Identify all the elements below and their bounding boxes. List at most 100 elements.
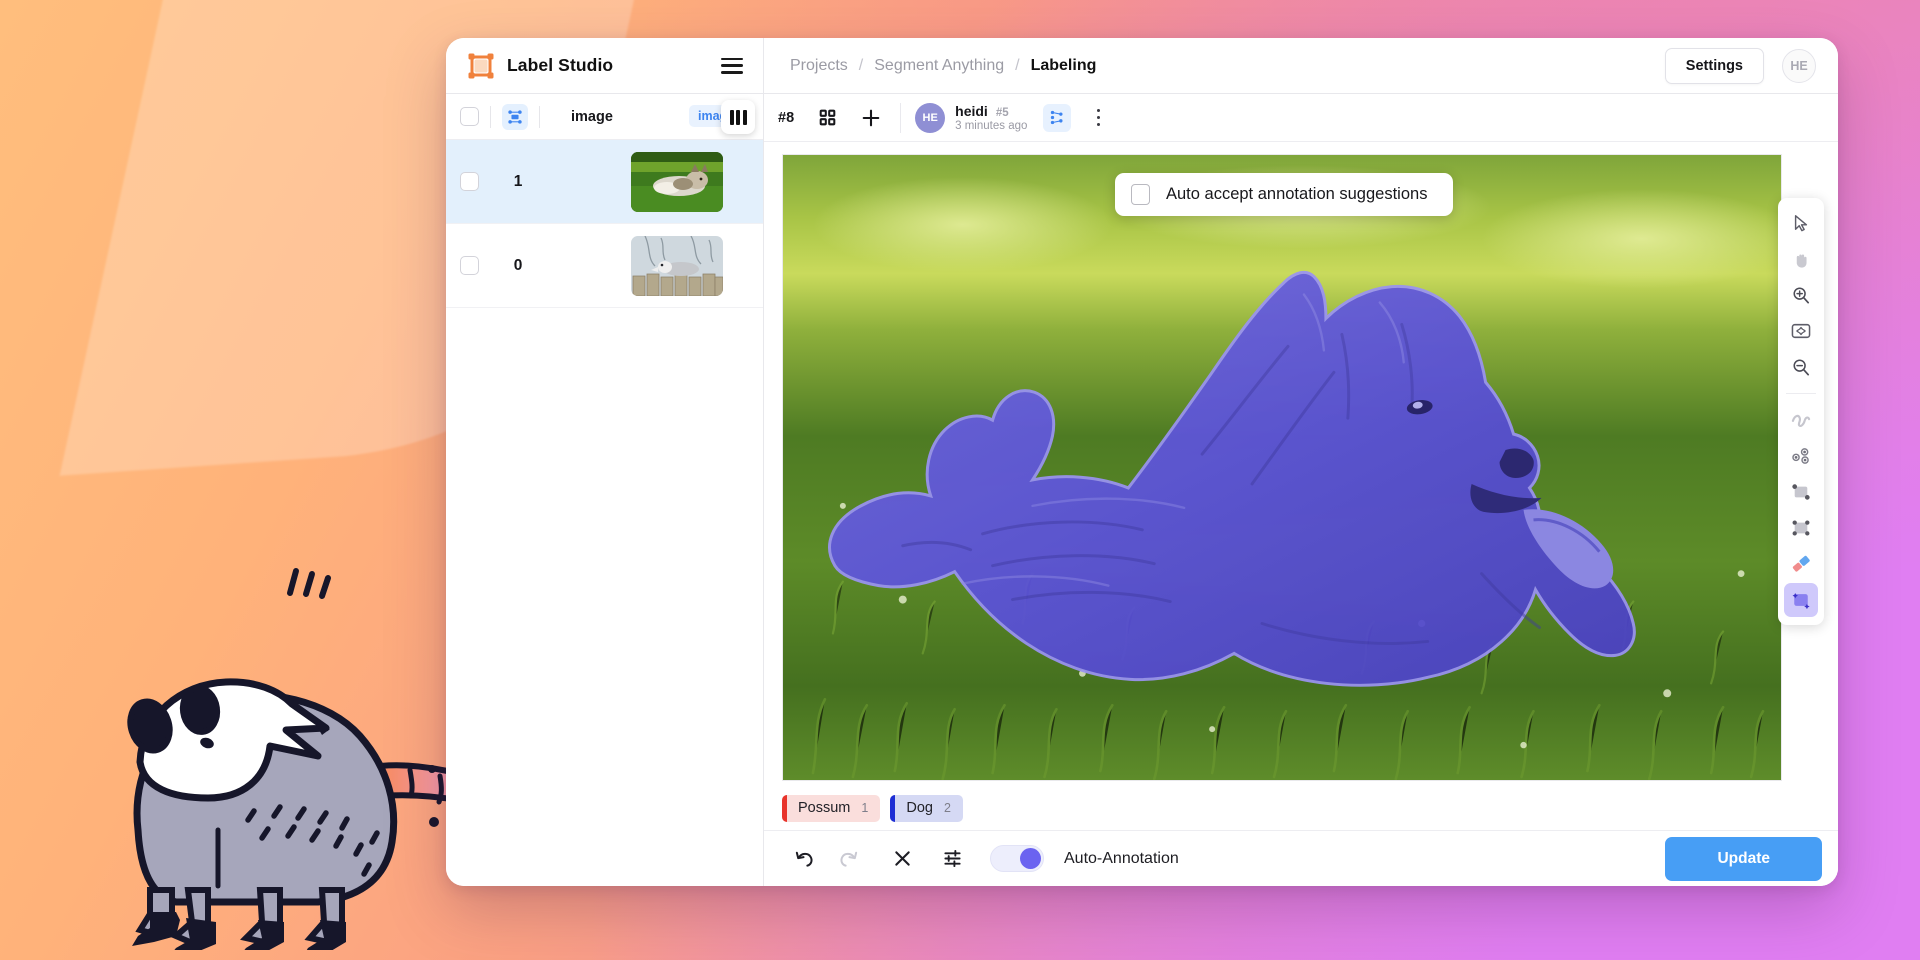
- dog-on-grass-image: [783, 155, 1781, 780]
- brush-stroke-icon: [1791, 411, 1811, 429]
- sliders-settings-icon: [943, 849, 962, 868]
- redo-icon: [838, 848, 859, 869]
- brush-tool[interactable]: [1784, 403, 1818, 437]
- canvas-area: Auto accept annotation suggestions: [764, 142, 1838, 786]
- prediction-glyph: [1050, 110, 1065, 125]
- close-x-icon: [893, 849, 912, 868]
- image-canvas[interactable]: Auto accept annotation suggestions: [782, 154, 1782, 781]
- dual-diamond-icon: [1791, 555, 1811, 573]
- label-name: Possum: [798, 800, 850, 816]
- auto-annotation-toggle[interactable]: [990, 845, 1044, 872]
- breadcrumb-item-segment-anything[interactable]: Segment Anything: [874, 57, 1004, 75]
- data-manager-header: image image: [446, 94, 763, 140]
- row-checkbox[interactable]: [460, 256, 479, 275]
- grid-annotations-icon[interactable]: [812, 103, 842, 133]
- brand-area: Label Studio: [446, 38, 764, 93]
- column-header-image: image: [571, 109, 613, 125]
- rectangle-2point-icon: [1791, 483, 1811, 501]
- labeling-panel: #8: [764, 94, 1838, 886]
- annotation-meta: heidi #5 3 minutes ago: [955, 103, 1027, 132]
- reset-button[interactable]: [882, 839, 922, 879]
- fit-screen-icon: [1791, 322, 1811, 340]
- label-count: 2: [944, 801, 951, 815]
- row-id: 0: [479, 257, 557, 275]
- divider: [1786, 393, 1816, 394]
- undo-icon: [794, 848, 815, 869]
- table-row[interactable]: 0: [446, 224, 763, 308]
- cursor-select-tool[interactable]: [1784, 206, 1818, 240]
- hand-icon: [1792, 250, 1811, 269]
- smart-rectangle-icon: [1791, 591, 1811, 609]
- data-manager-panel: image image 1: [446, 94, 764, 886]
- columns-toggle-icon[interactable]: [721, 100, 755, 134]
- rectangle-4point-tool[interactable]: [1784, 511, 1818, 545]
- tool-rail: [1778, 198, 1824, 625]
- row-id: 1: [479, 173, 557, 191]
- auto-accept-suggestions-panel: Auto accept annotation suggestions: [1115, 173, 1453, 216]
- settings-button[interactable]: Settings: [1665, 48, 1764, 84]
- grid-view-glyph: [507, 109, 523, 125]
- fit-to-screen-tool[interactable]: [1784, 314, 1818, 348]
- keypoints-icon: [1791, 447, 1811, 465]
- main-body: image image 1: [446, 94, 1838, 886]
- pan-tool[interactable]: [1784, 242, 1818, 276]
- kebab-menu-icon[interactable]: [1085, 105, 1111, 131]
- plus-icon: [861, 108, 881, 128]
- annotation-author[interactable]: HE heidi #5 3 minutes ago: [915, 103, 1027, 133]
- annotation-user-name: heidi: [955, 103, 988, 119]
- zoom-in-tool[interactable]: [1784, 278, 1818, 312]
- grid-view-icon[interactable]: [502, 104, 528, 130]
- annotation-settings-button[interactable]: [932, 839, 972, 879]
- grid-glyph: [819, 109, 836, 126]
- update-button[interactable]: Update: [1665, 837, 1822, 881]
- label-count: 1: [861, 801, 868, 815]
- magic-wand-tool[interactable]: [1784, 547, 1818, 581]
- top-bar-actions: Settings HE: [1665, 48, 1838, 84]
- add-annotation-button[interactable]: [856, 103, 886, 133]
- divider: [539, 106, 540, 128]
- label-tag-possum[interactable]: Possum 1: [782, 795, 880, 822]
- bottom-toolbar: Auto-Annotation Update: [764, 830, 1838, 886]
- smart-rectangle-tool[interactable]: [1784, 583, 1818, 617]
- auto-annotation-label: Auto-Annotation: [1064, 850, 1179, 868]
- thumbnail-image: [631, 236, 723, 296]
- breadcrumb-item-projects[interactable]: Projects: [790, 57, 848, 75]
- label-name: Dog: [906, 800, 933, 816]
- top-bar: Label Studio Projects / Segment Anything…: [446, 38, 1838, 94]
- table-row[interactable]: 1: [446, 140, 763, 224]
- redo-button[interactable]: [828, 839, 868, 879]
- task-number: #8: [778, 110, 794, 126]
- breadcrumb-item-labeling: Labeling: [1031, 57, 1097, 75]
- zoom-out-tool[interactable]: [1784, 350, 1818, 384]
- dog-on-grass-thumbnail[interactable]: [631, 152, 723, 212]
- select-all-checkbox[interactable]: [460, 107, 479, 126]
- annotation-toolbar: #8: [764, 94, 1838, 142]
- cursor-icon: [1792, 214, 1810, 232]
- toggle-knob: [1020, 848, 1041, 869]
- rectangle-tool[interactable]: [1784, 475, 1818, 509]
- label-tags-bar: Possum 1 Dog 2: [764, 786, 1838, 830]
- rectangle-4point-icon: [1791, 519, 1811, 537]
- divider: [490, 106, 491, 128]
- label-studio-window: Label Studio Projects / Segment Anything…: [446, 38, 1838, 886]
- divider: [900, 103, 901, 133]
- annotation-timestamp: 3 minutes ago: [955, 120, 1027, 132]
- annotation-id: #5: [996, 107, 1009, 119]
- auto-accept-label: Auto accept annotation suggestions: [1166, 185, 1427, 204]
- breadcrumb-separator: /: [859, 57, 863, 75]
- keypoint-tool[interactable]: [1784, 439, 1818, 473]
- prediction-keypoints-icon[interactable]: [1043, 104, 1071, 132]
- brand-name: Label Studio: [507, 55, 613, 76]
- breadcrumb-separator: /: [1015, 57, 1019, 75]
- zoom-in-icon: [1792, 286, 1810, 304]
- row-checkbox[interactable]: [460, 172, 479, 191]
- undo-button[interactable]: [784, 839, 824, 879]
- user-avatar[interactable]: HE: [1782, 49, 1816, 83]
- thumbnail-image: [631, 152, 723, 212]
- auto-accept-checkbox[interactable]: [1131, 184, 1150, 205]
- possum-on-fence-thumbnail[interactable]: [631, 236, 723, 296]
- hamburger-menu-icon[interactable]: [721, 58, 743, 74]
- label-studio-logo-icon: [468, 53, 494, 79]
- breadcrumb: Projects / Segment Anything / Labeling: [764, 57, 1096, 75]
- label-tag-dog[interactable]: Dog 2: [890, 795, 963, 822]
